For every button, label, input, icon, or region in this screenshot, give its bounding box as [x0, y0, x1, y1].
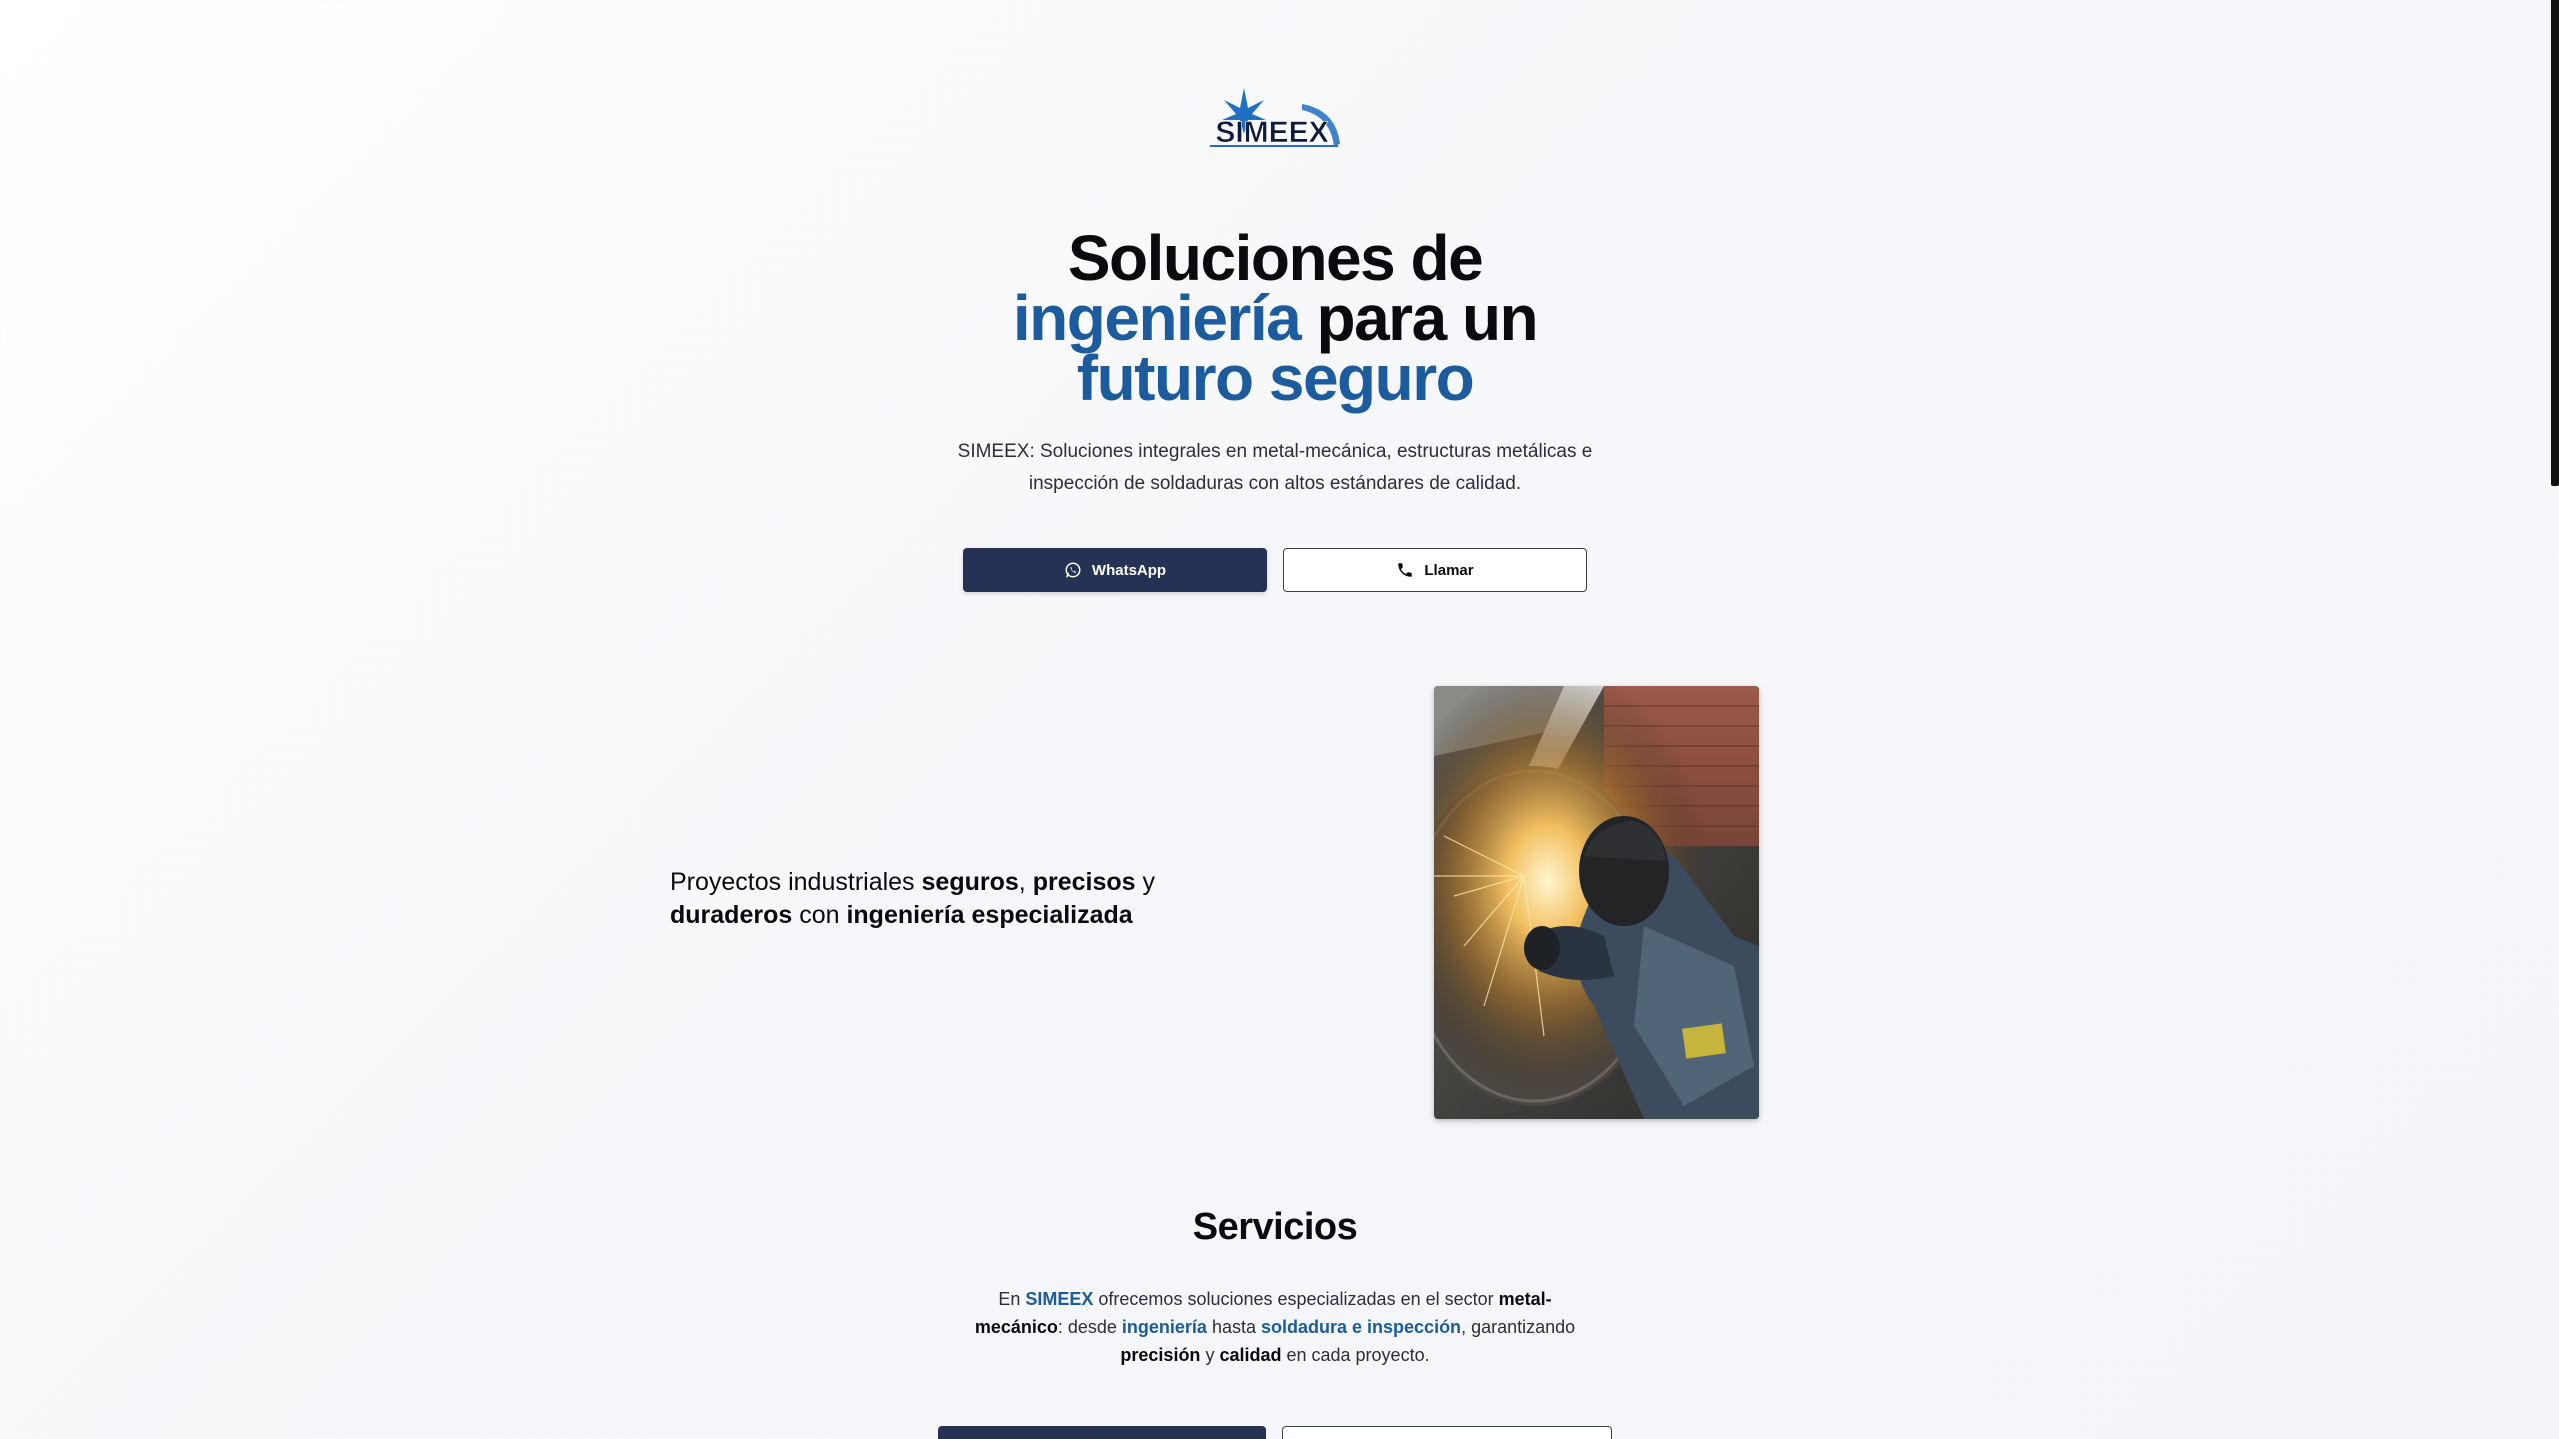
whatsapp-label: WhatsApp — [1091, 561, 1167, 579]
services-desc-strong: calidad — [1219, 1345, 1282, 1365]
feature-bold-ingenieria: ingeniería especializada — [846, 901, 1133, 929]
welder-photo-illustration — [1434, 686, 1759, 1119]
feature-bold-duraderos: duraderos — [670, 901, 793, 929]
page-scrollbar[interactable] — [2551, 0, 2559, 1439]
call-button[interactable]: Llamar — [1283, 548, 1587, 592]
feature-text-part: , — [1018, 868, 1033, 896]
services-desc-brand: SIMEEX — [1025, 1289, 1094, 1309]
hero-title: Soluciones de ingeniería para un futuro … — [880, 226, 1670, 410]
feature-bold-precisos: precisos — [1032, 868, 1136, 896]
feature-text-part: Proyectos industriales — [670, 868, 922, 896]
services-primary-button[interactable] — [938, 1426, 1266, 1439]
simeex-logo[interactable]: SIMEEX — [1206, 86, 1342, 156]
hero-title-accent-2: futuro seguro — [1076, 342, 1475, 414]
services-secondary-button[interactable] — [1282, 1426, 1612, 1439]
welder-photo — [1434, 686, 1759, 1119]
call-label: Llamar — [1424, 561, 1474, 579]
services-desc-part: en cada proyecto. — [1281, 1345, 1430, 1365]
feature-text-part: y — [1135, 868, 1155, 896]
feature-bold-seguros: seguros — [921, 868, 1019, 896]
services-title: Servicios — [1192, 1206, 1358, 1248]
logo-text: SIMEEX — [1215, 116, 1328, 149]
whatsapp-icon — [1065, 562, 1081, 578]
services-desc-part: , garantizando — [1461, 1317, 1576, 1337]
whatsapp-button[interactable]: WhatsApp — [963, 548, 1267, 592]
services-description: En SIMEEX ofrecemos soluciones especiali… — [955, 1285, 1595, 1369]
services-desc-highlight: ingeniería — [1121, 1317, 1207, 1337]
logo-graphic: SIMEEX — [1210, 88, 1340, 149]
scrollbar-thumb[interactable] — [2551, 0, 2559, 486]
services-desc-part: En — [998, 1289, 1026, 1309]
services-desc-strong: precisión — [1120, 1345, 1201, 1365]
hero-subtitle: SIMEEX: Soluciones integrales en metal-m… — [957, 441, 1593, 494]
feature-tagline: Proyectos industriales seguros, precisos… — [670, 866, 1230, 932]
services-desc-part: : desde — [1057, 1317, 1122, 1337]
services-desc-part: y — [1200, 1345, 1220, 1365]
services-desc-highlight: soldadura e inspección — [1261, 1317, 1462, 1337]
feature-text-part: con — [792, 901, 847, 929]
services-desc-part: hasta — [1206, 1317, 1261, 1337]
services-desc-part: ofrecemos soluciones especializadas en e… — [1093, 1289, 1499, 1309]
phone-icon — [1398, 563, 1413, 577]
